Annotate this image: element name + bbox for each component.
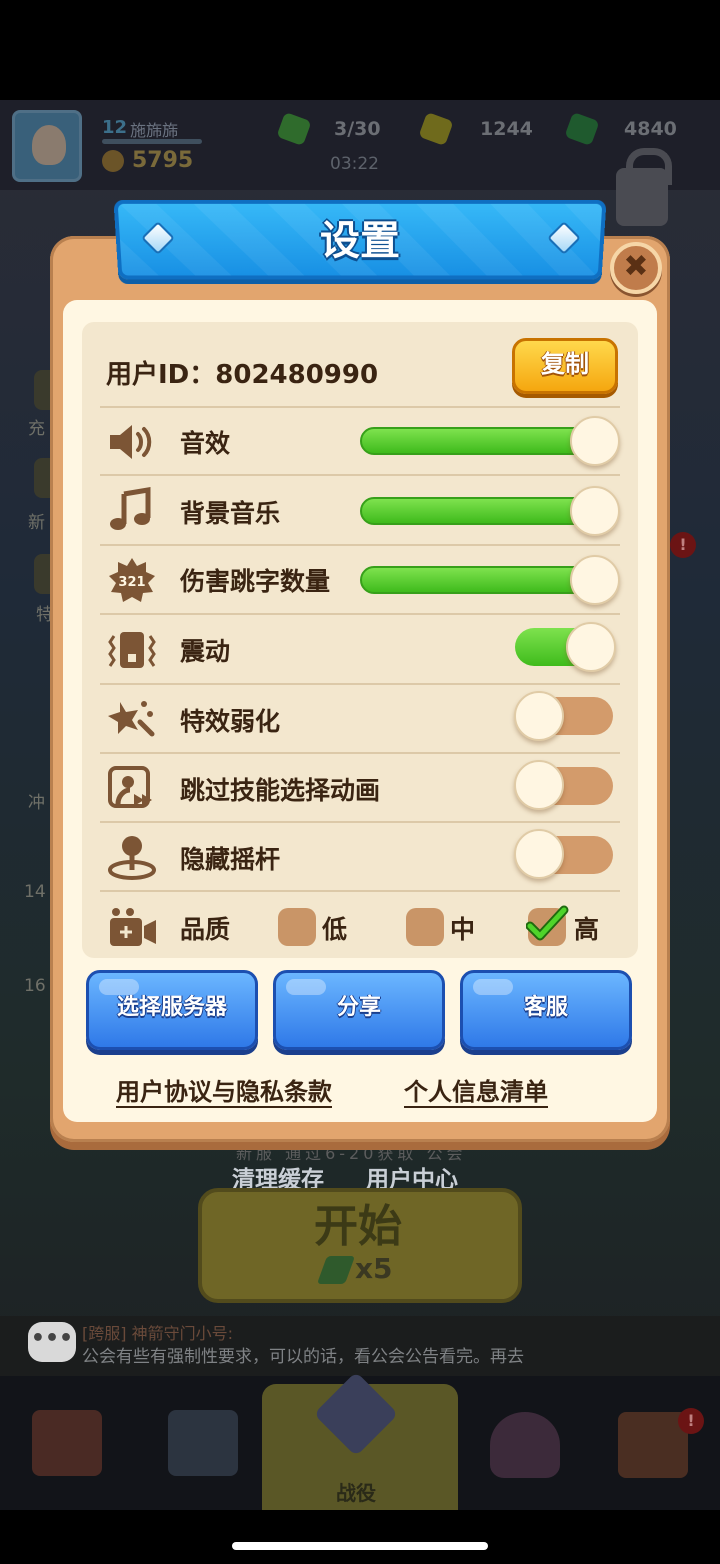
dialog-title: 设置 <box>320 218 400 264</box>
quality-high-checkbox[interactable] <box>526 905 569 946</box>
camera-icon <box>106 904 158 952</box>
background-music-slider-knob[interactable] <box>570 486 620 536</box>
select-server-button[interactable]: 选择服务器 <box>86 970 258 1050</box>
power-icon <box>102 150 124 172</box>
customer-service-button[interactable]: 客服 <box>460 970 632 1050</box>
damage-number-label: 伤害跳字数量 <box>180 567 331 596</box>
quality-medium-checkbox[interactable] <box>406 908 444 946</box>
user-agreement-link[interactable]: 用户协议与隐私条款 <box>116 1072 332 1107</box>
hide-joystick-label: 隐藏摇杆 <box>180 845 281 874</box>
divider <box>100 613 620 615</box>
lock-icon <box>616 148 672 226</box>
divider <box>100 544 620 546</box>
user-id: 用户ID：802480990 <box>106 360 379 390</box>
gold-value: 1244 <box>480 118 533 140</box>
damage-number-icon-text: 321 <box>118 575 145 590</box>
alert-badge: ! <box>670 532 696 558</box>
hide-joystick-toggle-knob[interactable] <box>514 829 564 879</box>
alert-badge: ! <box>678 1408 704 1434</box>
trophy-icon[interactable] <box>490 1412 560 1478</box>
divider <box>100 683 620 685</box>
background-music-label: 背景音乐 <box>180 499 281 528</box>
chat-sender: [跨服] 神箭守门小号: <box>82 1324 233 1343</box>
nav-campaign-label: 战役 <box>336 1481 376 1505</box>
skip-animation-label: 跳过技能选择动画 <box>180 776 381 805</box>
chat-message: 公会有些有强制性要求，可以的话，看公会公告看完。再去 <box>82 1347 524 1367</box>
personal-info-list-link[interactable]: 个人信息清单 <box>404 1072 548 1107</box>
copy-button[interactable]: 复制 <box>512 338 618 394</box>
player-name: 施旆旆 <box>130 121 179 140</box>
top-status-bar <box>0 100 720 190</box>
share-button[interactable]: 分享 <box>273 970 445 1050</box>
shop-icon[interactable] <box>32 1410 102 1476</box>
music-note-icon <box>106 486 158 534</box>
skip-animation-toggle-knob[interactable] <box>514 760 564 810</box>
sound-effects-slider[interactable] <box>360 427 596 455</box>
quality-low-checkbox[interactable] <box>278 908 316 946</box>
vibration-label: 震动 <box>180 637 231 666</box>
side-label: 16 <box>24 976 46 996</box>
damage-number-slider-knob[interactable] <box>570 555 620 605</box>
divider <box>100 406 620 408</box>
side-label: 新 <box>28 513 45 533</box>
divider <box>100 890 620 892</box>
equipment-icon[interactable] <box>168 1410 238 1476</box>
close-button[interactable]: ✖ <box>610 242 662 294</box>
exp-bar <box>102 139 202 144</box>
home-indicator[interactable] <box>232 1542 488 1550</box>
joystick-icon <box>106 832 158 880</box>
timer: 03:22 <box>330 154 379 174</box>
divider <box>100 821 620 823</box>
player-level: 12 <box>102 117 128 138</box>
sound-effects-label: 音效 <box>180 429 231 458</box>
quality-low-label: 低 <box>322 915 348 944</box>
player-power: 5795 <box>132 148 194 173</box>
quality-medium-label: 中 <box>450 915 476 944</box>
gem-value: 4840 <box>624 118 677 140</box>
vibration-toggle-knob[interactable] <box>566 622 616 672</box>
damage-number-icon: 321 <box>106 556 158 604</box>
side-label: 充 <box>28 419 45 439</box>
checkmark-icon <box>526 905 569 941</box>
speaker-icon <box>106 418 158 466</box>
background-music-slider[interactable] <box>360 497 596 525</box>
sound-effects-slider-knob[interactable] <box>570 416 620 466</box>
start-label: 开始 <box>314 1201 402 1252</box>
damage-number-slider[interactable] <box>360 566 596 594</box>
chat-bubble-icon[interactable]: ••• <box>28 1322 76 1362</box>
weaken-effects-label: 特效弱化 <box>180 707 281 736</box>
quality-label: 品质 <box>180 915 231 944</box>
energy-value: 3/30 <box>334 118 381 140</box>
skip-animation-icon <box>106 764 158 812</box>
start-cost: x5 <box>355 1252 393 1285</box>
vibration-icon <box>106 626 158 674</box>
side-label: 冲 <box>28 793 45 813</box>
side-label: 14 <box>24 882 46 902</box>
quality-high-label: 高 <box>574 915 600 944</box>
player-avatar[interactable] <box>12 110 82 182</box>
divider <box>100 752 620 754</box>
weaken-effects-toggle-knob[interactable] <box>514 691 564 741</box>
effects-icon <box>106 694 158 742</box>
divider <box>100 474 620 476</box>
